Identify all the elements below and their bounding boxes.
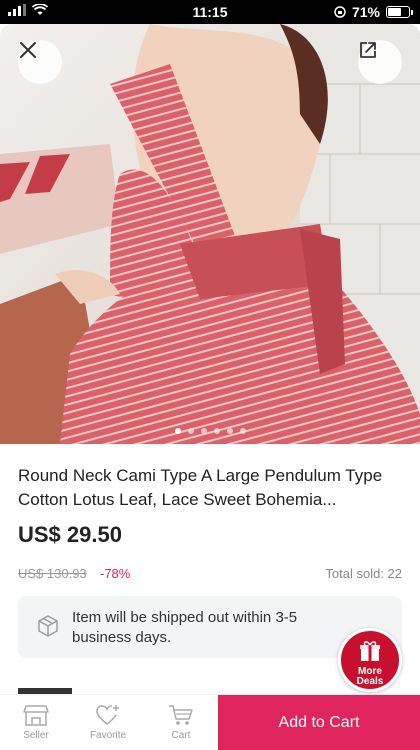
heart-add-icon bbox=[96, 705, 119, 725]
bottom-action-bar: Seller Favorite Cart Add to Cart bbox=[0, 694, 420, 750]
battery-percent: 71% bbox=[351, 4, 380, 20]
gallery-dot[interactable] bbox=[187, 428, 194, 434]
cart-label: Cart bbox=[171, 730, 191, 741]
product-price: US$ 29.50 bbox=[18, 522, 122, 547]
status-bar: 11:15 71% bbox=[0, 0, 420, 24]
original-price: US$ 130.93 bbox=[18, 566, 87, 581]
more-deals-label: More Deals bbox=[356, 666, 384, 687]
store-icon bbox=[23, 705, 49, 726]
package-icon bbox=[38, 615, 58, 637]
battery-icon bbox=[386, 6, 413, 18]
add-to-cart-button[interactable]: Add to Cart bbox=[218, 695, 420, 750]
gallery-dot[interactable] bbox=[213, 428, 220, 434]
cart-icon bbox=[169, 705, 193, 725]
gift-icon bbox=[360, 641, 380, 661]
discount-badge: -78% bbox=[100, 566, 131, 581]
close-button[interactable] bbox=[18, 40, 62, 84]
cart-button[interactable]: Cart bbox=[151, 703, 211, 741]
gallery-dot[interactable] bbox=[200, 428, 207, 434]
product-image-gallery[interactable] bbox=[0, 24, 420, 444]
gallery-page-indicator bbox=[0, 428, 420, 434]
share-icon bbox=[360, 42, 376, 58]
seller-label: Seller bbox=[23, 730, 49, 741]
total-sold: Total sold: 22 bbox=[325, 566, 402, 581]
product-title: Round Neck Cami Type A Large Pendulum Ty… bbox=[18, 466, 383, 509]
gallery-dot[interactable] bbox=[239, 428, 246, 434]
favorite-label: Favorite bbox=[89, 730, 127, 741]
seller-button[interactable]: Seller bbox=[6, 703, 66, 741]
rotation-lock-icon bbox=[334, 6, 346, 18]
gallery-dot[interactable] bbox=[174, 428, 181, 434]
shipping-message: Item will be shipped out within 3-5 busi… bbox=[72, 609, 298, 646]
close-icon bbox=[20, 42, 36, 58]
gallery-dot[interactable] bbox=[226, 428, 233, 434]
share-button[interactable] bbox=[358, 40, 402, 84]
more-deals-button[interactable]: More Deals bbox=[338, 628, 402, 692]
favorite-button[interactable]: Favorite bbox=[78, 703, 138, 741]
product-photo bbox=[0, 24, 420, 444]
